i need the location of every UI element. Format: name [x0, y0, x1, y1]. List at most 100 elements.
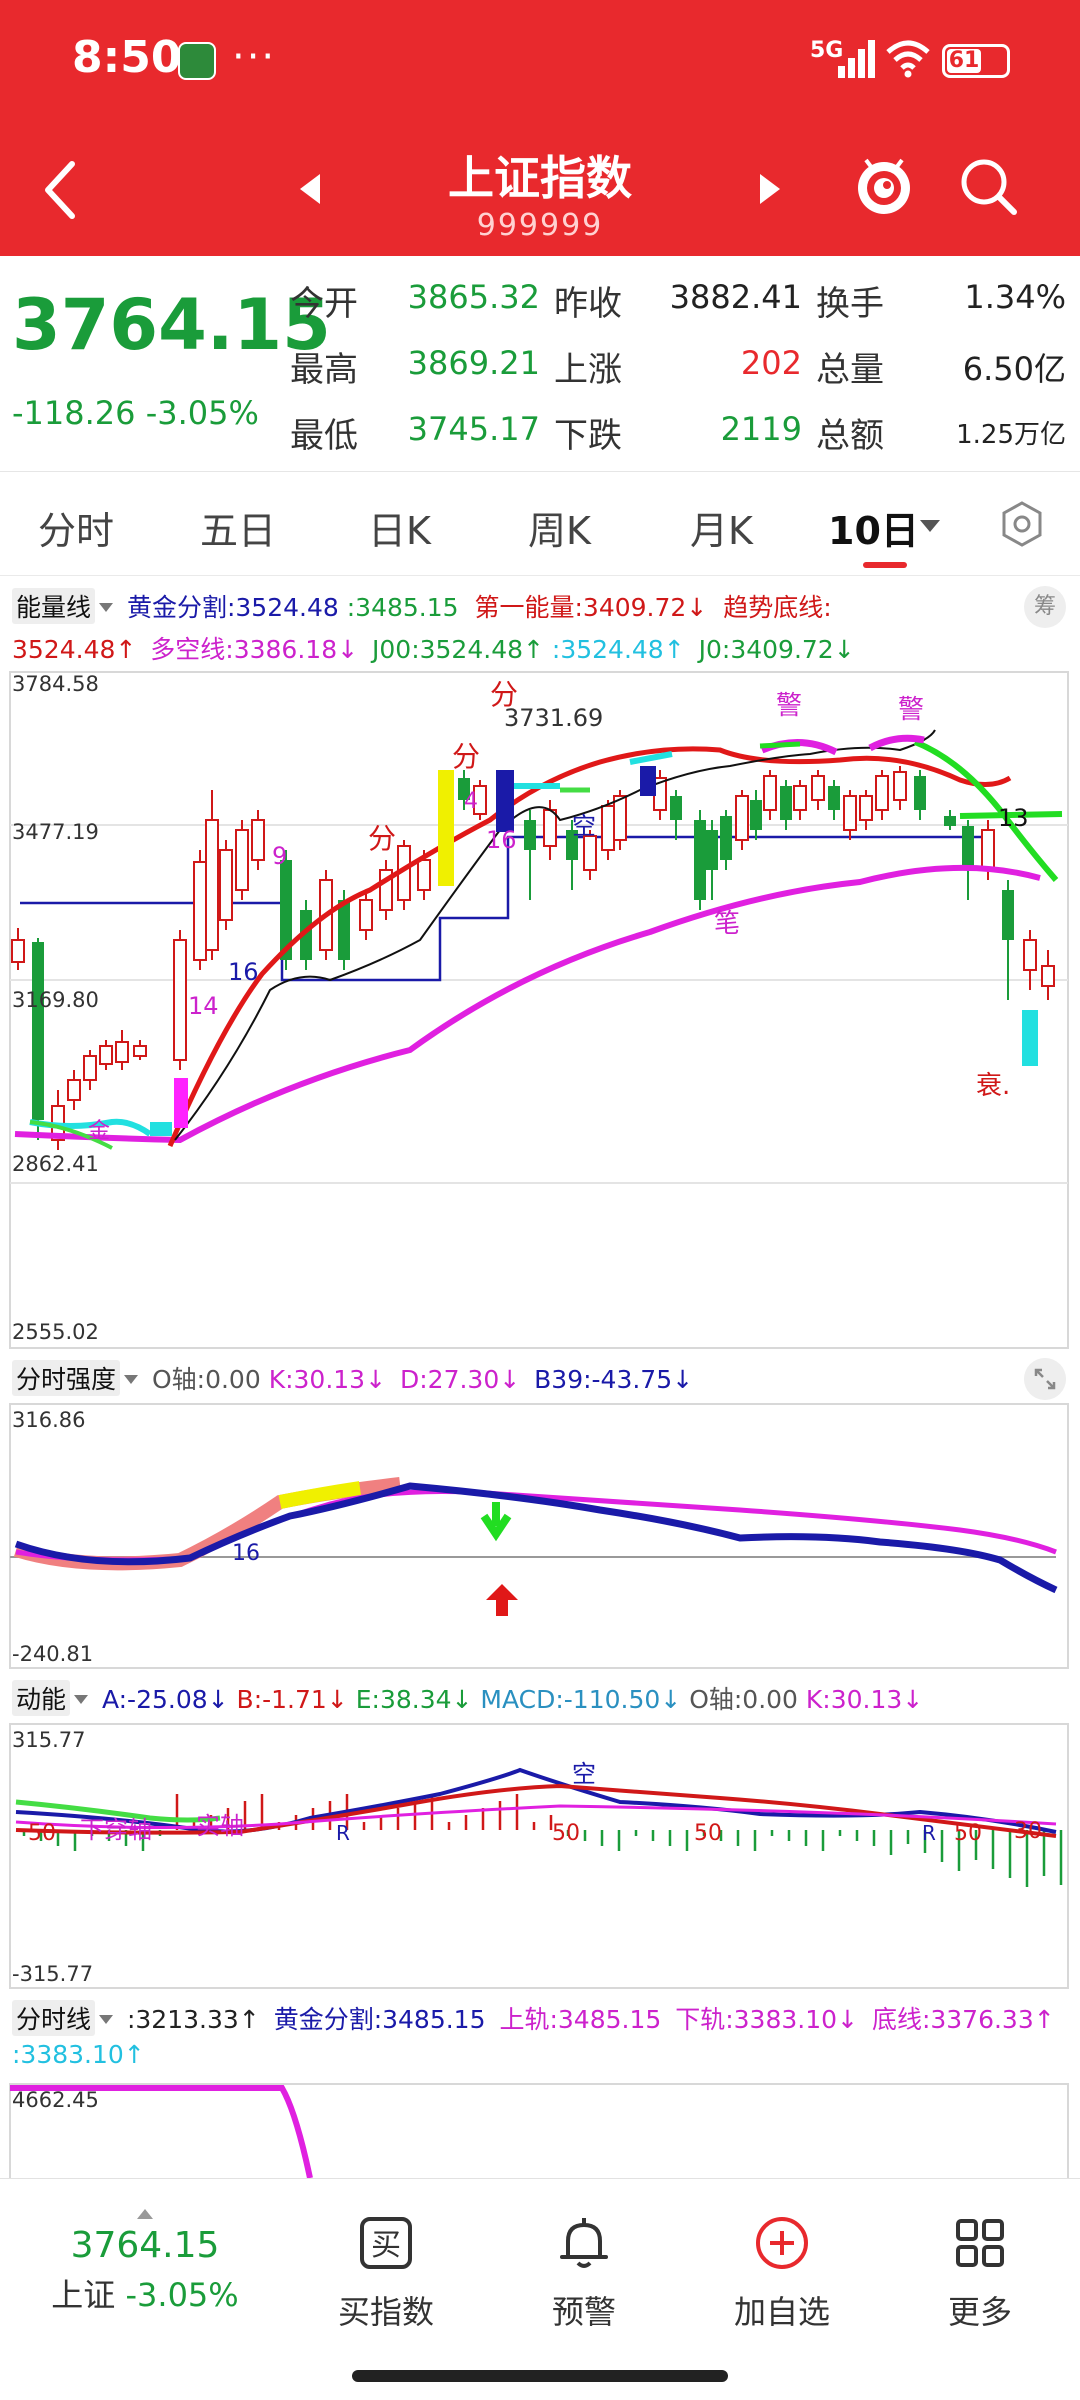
bell-icon — [560, 2218, 608, 2268]
chevron-down-icon[interactable] — [920, 520, 940, 532]
tab-five-day[interactable]: 五日 — [200, 500, 276, 555]
ind-value: 3524.48↑ — [12, 635, 137, 664]
tab-intraday[interactable]: 分时 — [38, 500, 114, 555]
field-value: 3865.32 — [407, 278, 540, 316]
active-tab-indicator — [863, 562, 907, 568]
axis-label: -240.81 — [12, 1642, 94, 1666]
ind-value: J0:3409.72↓ — [698, 635, 855, 664]
battery-icon: 61 — [942, 44, 1010, 78]
ind-value: :3485.15 — [346, 593, 459, 622]
candle-body — [793, 785, 807, 811]
prev-stock-icon[interactable] — [296, 172, 324, 206]
home-indicator[interactable] — [352, 2370, 728, 2382]
ind-value: 下轨:3383.10↓ — [675, 2005, 858, 2034]
main-chart-panel: 能量线 黄金分割:3524.48 :3485.15 第一能量:3409.72↓ … — [0, 580, 1080, 1350]
annotation-bi: 笔 — [714, 909, 740, 939]
field-label: 最高 — [290, 350, 358, 390]
candle-body — [828, 786, 840, 810]
clock: 8:50 — [72, 32, 182, 83]
ind-value: 黄金分割:3485.15 — [273, 2005, 486, 2034]
candle-body — [859, 795, 873, 821]
momentum-chart[interactable]: 空 下穿轴 实轴 R R 50 50 50 50 30 — [0, 1722, 1080, 1990]
annotation-count: 9 — [272, 842, 287, 870]
field-label: 总额 — [816, 416, 884, 456]
expand-up-icon — [137, 2209, 153, 2219]
chevron-down-icon[interactable] — [99, 603, 114, 612]
candlestick-chart[interactable]: 分 分 分 9 16 14 4 16 3731.69 空 警 警 笔 13 衰.… — [0, 670, 1080, 1350]
toolbar-label: 更多 — [947, 2293, 1012, 2331]
annotation-kong: 空 — [572, 1760, 596, 1788]
ind-value: O轴:0.00 — [151, 1365, 261, 1394]
tab-daily-k[interactable]: 日K — [368, 500, 431, 555]
annotation-count: 16 — [228, 958, 259, 986]
annotation-50: 50 — [28, 1821, 56, 1846]
momentum-panel: 动能 A:-25.08↓ B:-1.71↓ E:38.34↓ MACD:-110… — [0, 1672, 1080, 1990]
candle-body — [235, 829, 249, 891]
annotation-count: 4 — [464, 789, 478, 814]
chip-distribution-button[interactable]: 筹 — [1024, 586, 1066, 628]
tab-weekly-k[interactable]: 周K — [528, 500, 591, 555]
annotation-gold: 金 — [88, 1119, 110, 1144]
indicator-line-1: 分时线 :3213.33↑ 黄金分割:3485.15 上轨:3485.15 下轨… — [0, 2000, 1080, 2036]
field-label: 换手 — [816, 284, 884, 324]
candle-body — [1002, 890, 1014, 940]
annotation-r: R — [922, 1821, 936, 1845]
indicator-line-2: :3383.10↑ — [0, 2040, 1080, 2069]
tab-monthly-k[interactable]: 月K — [690, 500, 753, 555]
nav-bar: 上证指数 999999 — [0, 120, 1080, 256]
expand-icon[interactable] — [1024, 1358, 1066, 1400]
candle-body — [417, 859, 431, 891]
ind-value: 黄金分割:3524.48 — [126, 593, 339, 622]
add-watchlist-button[interactable]: 加自选 — [692, 2199, 872, 2333]
axis-label: 316.86 — [12, 1408, 86, 1432]
candle-body — [67, 1079, 81, 1101]
indicator-name[interactable]: 分时线 — [12, 2000, 96, 2036]
axis-label: 2862.41 — [12, 1152, 99, 1176]
candle-body — [543, 809, 557, 847]
assistant-robot-icon[interactable] — [852, 150, 916, 222]
ind-value: :3524.48↑ — [551, 635, 685, 664]
back-icon[interactable] — [38, 158, 86, 222]
axis-label: 3169.80 — [12, 988, 99, 1012]
chevron-down-icon[interactable] — [99, 2015, 114, 2024]
alert-button[interactable]: 预警 — [494, 2199, 674, 2333]
bottom-toolbar: 3764.15 上证 -3.05% 买 买指数 预警 加自选 更多 — [0, 2178, 1080, 2400]
ind-value: B:-1.71↓ — [236, 1685, 348, 1714]
indicator-name[interactable]: 分时强度 — [12, 1360, 121, 1396]
annotation-solid-axis: 实轴 — [196, 1812, 244, 1840]
price-label: 3731.69 — [504, 704, 603, 732]
settings-hexagon-icon[interactable] — [998, 500, 1046, 548]
chevron-down-icon[interactable] — [74, 1695, 89, 1704]
change-percent: -3.05% — [145, 394, 259, 432]
candle-body — [914, 776, 926, 810]
indicator-line-2: 3524.48↑ 多空线:3386.18↓ J00:3524.48↑ :3524… — [0, 630, 1080, 666]
candle-body — [338, 900, 350, 960]
candle-body — [811, 775, 825, 801]
chevron-down-icon[interactable] — [124, 1375, 139, 1384]
field-value: 6.50亿 — [962, 350, 1066, 388]
indicator-name[interactable]: 能量线 — [12, 588, 96, 624]
next-stock-icon[interactable] — [756, 172, 784, 206]
buy-index-button[interactable]: 买 买指数 — [296, 2199, 476, 2333]
more-button[interactable]: 更多 — [890, 2199, 1070, 2333]
candle-body — [193, 861, 207, 961]
axis-label: 315.77 — [12, 1728, 86, 1752]
app-notification-icon — [178, 42, 216, 80]
index-quote-button[interactable]: 3764.15 上证 -3.05% — [0, 2209, 290, 2316]
search-icon[interactable] — [956, 154, 1020, 218]
status-bar: 8:50 ··· 5G 61 — [0, 0, 1080, 120]
ind-value: O轴:0.00 — [689, 1685, 798, 1714]
toolbar-label: 买指数 — [337, 2293, 434, 2331]
intraday-line-chart[interactable] — [0, 2082, 1080, 2178]
annotation-warn: 警 — [776, 691, 802, 721]
ind-value: 趋势底线: — [723, 593, 832, 622]
indicator-line: 分时强度 O轴:0.00 K:30.13↓ D:27.30↓ B39:-43.7… — [0, 1360, 1080, 1396]
strength-chart[interactable]: 16 — [0, 1402, 1080, 1670]
candle-body — [670, 796, 682, 820]
indicator-name[interactable]: 动能 — [12, 1680, 71, 1716]
field-label: 今开 — [290, 284, 358, 324]
annotation-50: 50 — [552, 1821, 580, 1846]
tab-ten-day[interactable]: 10日 — [828, 500, 919, 555]
candle-body — [524, 820, 536, 850]
candle-body — [359, 899, 373, 931]
